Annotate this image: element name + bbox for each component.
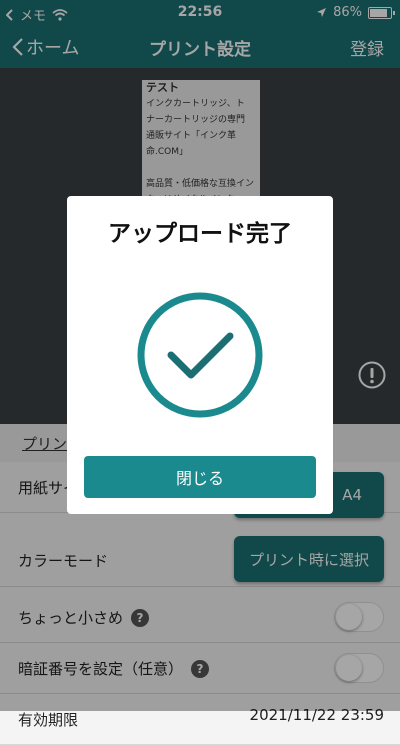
close-button[interactable]: 閉じる (84, 456, 316, 498)
dialog-title: アップロード完了 (108, 221, 292, 247)
expiry-label: 有効期限 (18, 711, 79, 729)
upload-complete-dialog: アップロード完了 閉じる (67, 196, 333, 514)
check-circle-icon (137, 292, 263, 418)
